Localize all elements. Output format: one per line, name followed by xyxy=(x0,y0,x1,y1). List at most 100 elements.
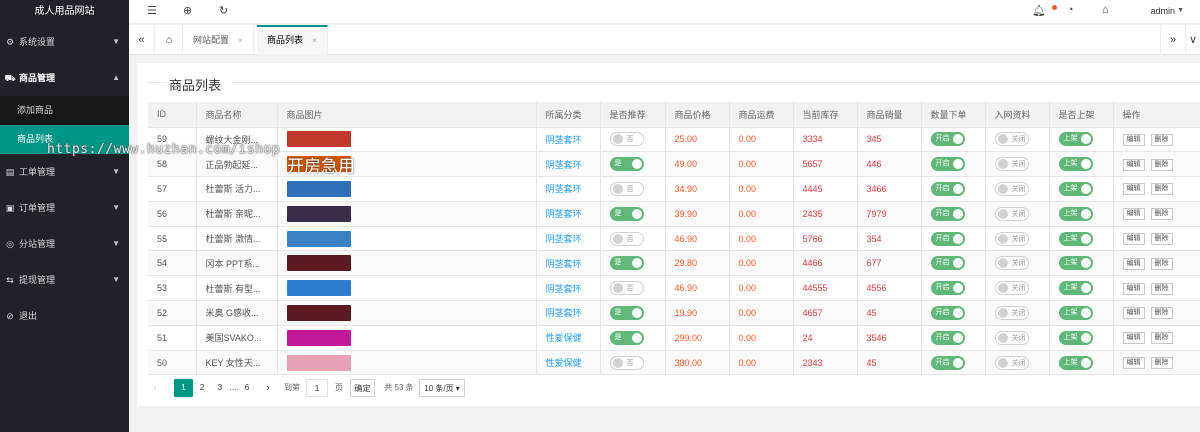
sidebar-item-withdraw[interactable]: ⇆ 提现管理 ▼ xyxy=(0,262,129,298)
tag-icon[interactable]: ⌂ xyxy=(1102,4,1109,16)
delete-button[interactable]: 删除 xyxy=(1150,183,1173,196)
tabs-scroll-left-icon[interactable]: « xyxy=(129,25,155,55)
recommend-toggle[interactable]: 是 xyxy=(609,157,644,172)
sidebar-item-logout[interactable]: ⊘ 退出 xyxy=(0,298,129,334)
shelf-toggle[interactable]: 上架 xyxy=(1058,330,1093,345)
delete-button[interactable]: 删除 xyxy=(1150,332,1173,345)
recommend-toggle[interactable]: 是 xyxy=(609,256,644,271)
tabs-menu-icon[interactable]: ∨ xyxy=(1186,25,1200,55)
col-header[interactable]: ID xyxy=(148,102,197,128)
recommend-toggle[interactable]: 否 xyxy=(609,355,644,370)
recommend-toggle[interactable]: 否 xyxy=(609,231,644,246)
delete-button[interactable]: 删除 xyxy=(1150,208,1173,221)
user-menu[interactable]: admin xyxy=(1150,6,1175,16)
product-thumbnail[interactable] xyxy=(286,131,351,148)
qty-order-toggle[interactable]: 开启 xyxy=(930,157,965,172)
sidebar-item-system-settings[interactable]: ⚙ 系统设置 ▼ xyxy=(0,24,129,60)
product-thumbnail[interactable] xyxy=(286,255,351,272)
qty-order-toggle[interactable]: 开启 xyxy=(930,330,965,345)
menu-collapse-icon[interactable]: ☰ xyxy=(147,4,157,17)
delete-button[interactable]: 删除 xyxy=(1150,233,1173,246)
edit-button[interactable]: 编辑 xyxy=(1122,158,1145,171)
delete-button[interactable]: 删除 xyxy=(1150,282,1173,295)
delete-button[interactable]: 删除 xyxy=(1150,158,1173,171)
page-3[interactable]: 3 xyxy=(213,379,227,397)
edit-button[interactable]: 编辑 xyxy=(1122,233,1145,246)
col-header[interactable]: 入网资料 xyxy=(985,102,1050,128)
net-info-toggle[interactable]: 关闭 xyxy=(994,231,1029,246)
product-thumbnail[interactable] xyxy=(286,304,351,321)
net-info-toggle[interactable]: 关闭 xyxy=(994,157,1029,172)
qty-order-toggle[interactable]: 开启 xyxy=(930,206,965,221)
net-info-toggle[interactable]: 关闭 xyxy=(994,181,1029,196)
recommend-toggle[interactable]: 否 xyxy=(609,132,644,147)
shelf-toggle[interactable]: 上架 xyxy=(1058,206,1093,221)
tabs-scroll-right-icon[interactable]: » xyxy=(1160,25,1186,55)
delete-button[interactable]: 删除 xyxy=(1150,307,1173,320)
net-info-toggle[interactable]: 关闭 xyxy=(994,305,1029,320)
edit-button[interactable]: 编辑 xyxy=(1122,307,1145,320)
close-icon[interactable]: × xyxy=(312,36,317,45)
home-icon[interactable]: ⌂ xyxy=(156,25,183,55)
recommend-toggle[interactable]: 否 xyxy=(609,281,644,296)
col-header[interactable]: 所属分类 xyxy=(536,102,601,128)
shelf-toggle[interactable]: 上架 xyxy=(1058,281,1093,296)
edit-button[interactable]: 编辑 xyxy=(1122,357,1145,370)
recommend-toggle[interactable]: 是 xyxy=(609,305,644,320)
col-header[interactable]: 操作 xyxy=(1113,102,1200,128)
goto-confirm-button[interactable]: 确定 xyxy=(350,379,375,397)
delete-button[interactable]: 删除 xyxy=(1150,133,1173,146)
shelf-toggle[interactable]: 上架 xyxy=(1058,181,1093,196)
product-thumbnail[interactable] xyxy=(286,205,351,222)
shelf-toggle[interactable]: 上架 xyxy=(1058,231,1093,246)
edit-button[interactable]: 编辑 xyxy=(1122,257,1145,270)
product-thumbnail[interactable] xyxy=(286,230,351,247)
page-1[interactable]: 1 xyxy=(174,379,193,397)
qty-order-toggle[interactable]: 开启 xyxy=(930,181,965,196)
sidebar-item-goods[interactable]: ⛟ 商品管理 ▲ xyxy=(0,60,129,96)
sidebar-item-orders[interactable]: ▣ 订单管理 ▼ xyxy=(0,190,129,226)
qty-order-toggle[interactable]: 开启 xyxy=(930,132,965,147)
delete-button[interactable]: 删除 xyxy=(1150,257,1173,270)
net-info-toggle[interactable]: 关闭 xyxy=(994,355,1029,370)
palette-icon[interactable]: ◔ xyxy=(1067,4,1074,16)
edit-button[interactable]: 编辑 xyxy=(1122,332,1145,345)
recommend-toggle[interactable]: 是 xyxy=(609,206,644,221)
page-size-select[interactable]: 10 条/页 ▾ xyxy=(419,379,465,397)
sidebar-item-branches[interactable]: ◎ 分站管理 ▼ xyxy=(0,226,129,262)
next-page-icon[interactable]: › xyxy=(261,379,275,397)
globe-icon[interactable]: ⊕ xyxy=(183,4,192,17)
net-info-toggle[interactable]: 关闭 xyxy=(994,206,1029,221)
col-header[interactable]: 数量下单 xyxy=(921,102,986,128)
goto-page-input[interactable]: 1 xyxy=(306,379,328,397)
col-header[interactable]: 商品运费 xyxy=(729,102,794,128)
col-header[interactable]: 是否推荐 xyxy=(600,102,666,128)
col-header[interactable]: 商品销量 xyxy=(857,102,922,128)
delete-button[interactable]: 删除 xyxy=(1150,357,1173,370)
net-info-toggle[interactable]: 关闭 xyxy=(994,281,1029,296)
recommend-toggle[interactable]: 否 xyxy=(609,181,644,196)
qty-order-toggle[interactable]: 开启 xyxy=(930,256,965,271)
tab-goods-list[interactable]: 商品列表 × xyxy=(257,25,328,55)
prev-page-icon[interactable]: ‹ xyxy=(148,379,162,397)
col-header[interactable]: 当前库存 xyxy=(793,102,858,128)
shelf-toggle[interactable]: 上架 xyxy=(1058,256,1093,271)
bell-icon[interactable]: 🔔︎ xyxy=(1032,4,1046,17)
product-thumbnail[interactable] xyxy=(286,180,351,197)
page-2[interactable]: 2 xyxy=(195,379,209,397)
edit-button[interactable]: 编辑 xyxy=(1122,208,1145,221)
col-header[interactable]: 商品图片 xyxy=(277,102,537,128)
edit-button[interactable]: 编辑 xyxy=(1122,282,1145,295)
recommend-toggle[interactable]: 是 xyxy=(609,330,644,345)
qty-order-toggle[interactable]: 开启 xyxy=(930,305,965,320)
refresh-icon[interactable]: ↻ xyxy=(219,4,228,17)
edit-button[interactable]: 编辑 xyxy=(1122,133,1145,146)
close-icon[interactable]: × xyxy=(238,36,243,45)
sidebar-item-tickets[interactable]: ▤ 工单管理 ▼ xyxy=(0,154,129,190)
col-header[interactable]: 商品名称 xyxy=(196,102,278,128)
product-thumbnail[interactable] xyxy=(286,329,351,346)
product-thumbnail[interactable] xyxy=(286,354,351,371)
sidebar-subitem-add-goods[interactable]: 添加商品 xyxy=(0,96,129,125)
shelf-toggle[interactable]: 上架 xyxy=(1058,355,1093,370)
shelf-toggle[interactable]: 上架 xyxy=(1058,132,1093,147)
